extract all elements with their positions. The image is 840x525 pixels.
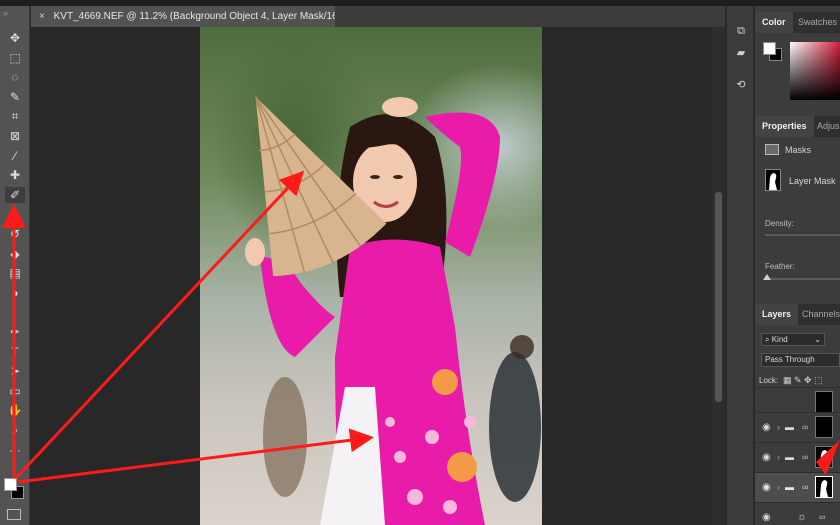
gradient-tool[interactable]: ▤ — [5, 265, 25, 281]
blur-tool[interactable]: ● — [5, 285, 25, 301]
more-tools[interactable]: ··· — [5, 442, 25, 458]
layer-mask-thumbnail[interactable] — [765, 169, 781, 191]
pen-tool[interactable]: ✒ — [5, 324, 25, 340]
eye-icon[interactable]: ◉ — [762, 482, 771, 493]
history-brush-tool[interactable]: ↺ — [5, 226, 25, 242]
type-tool[interactable]: T — [5, 344, 25, 360]
frame-tool[interactable]: ⊠ — [5, 128, 25, 144]
layer-mask-label: Layer Mask — [789, 176, 836, 186]
color-panel-tabs: Color Swatches — [755, 12, 840, 33]
foreground-color-swatch[interactable] — [4, 478, 17, 491]
shape-tool[interactable]: ▭ — [5, 383, 25, 399]
tools-panel: » ✥ ⬚ ◌ ✎ ⌗ ⊠ ⁄ ✚ ✐ ⊥ ↺ ◆ ▤ ● ◐ ✒ T ➤ ▭ ✋ ⌕ ··· — [0, 6, 30, 525]
color-picker-field[interactable] — [790, 42, 840, 100]
search-icon: ⌕ — [765, 335, 772, 344]
photoshop-window: » ✥ ⬚ ◌ ✎ ⌗ ⊠ ⁄ ✚ ✐ ⊥ ↺ ◆ ▤ ● ◐ ✒ T ➤ ▭ ✋ ⌕ ··· × KVT_4669.NE… — [0, 0, 840, 525]
toolbar-grip[interactable]: » — [0, 6, 30, 22]
density-slider[interactable] — [765, 234, 840, 236]
feather-slider-handle[interactable] — [763, 274, 771, 280]
layer-mask-thumbnail-3 — [815, 446, 833, 468]
layer-row[interactable]: ◉ › ▬ ∞ — [755, 442, 840, 472]
eyedropper-tool[interactable]: ⁄ — [5, 148, 25, 164]
hand-tool[interactable]: ✋ — [5, 402, 25, 418]
history-panel-icon[interactable]: ⧉ — [733, 24, 749, 38]
feather-label: Feather: — [765, 262, 795, 271]
marquee-tool[interactable]: ⬚ — [5, 50, 25, 66]
quick-select-tool[interactable]: ✎ — [5, 89, 25, 105]
document-tab-bar: × KVT_4669.NEF @ 11.2% (Background Objec… — [31, 6, 725, 27]
brush-tool[interactable]: ✐ — [5, 186, 25, 203]
layer-mask-thumbnail-2 — [815, 416, 833, 438]
folder-icon: ▬ — [785, 482, 794, 492]
dodge-tool[interactable]: ◐ — [5, 304, 25, 320]
canvas-vertical-scrollbar[interactable] — [712, 27, 725, 525]
feather-slider[interactable] — [765, 278, 840, 280]
eye-icon[interactable]: ◉ — [762, 512, 771, 523]
chevron-right-icon[interactable]: › — [777, 482, 780, 492]
chevron-right-icon[interactable]: › — [777, 452, 780, 462]
eye-icon[interactable]: ◉ — [762, 452, 771, 463]
link-icon[interactable]: ∞ — [802, 482, 808, 492]
path-select-tool[interactable]: ➤ — [5, 363, 25, 379]
canvas-photo[interactable] — [200, 27, 542, 525]
adjustment-layer-icon: ☼ — [797, 511, 808, 523]
tab-layers[interactable]: Layers — [755, 304, 799, 325]
tab-channels[interactable]: Channels — [795, 304, 840, 325]
healing-tool[interactable]: ✚ — [5, 167, 25, 183]
lasso-tool[interactable]: ◌ — [5, 69, 25, 85]
chevron-down-icon: ⌄ — [814, 335, 821, 344]
zoom-tool[interactable]: ⌕ — [5, 422, 25, 438]
quick-mask-button[interactable] — [7, 509, 21, 520]
blend-mode-select[interactable]: Pass Through — [761, 353, 840, 367]
layer-row[interactable]: ◉ ☼ ∞ — [755, 502, 840, 525]
density-label: Density: — [765, 219, 794, 228]
tab-properties[interactable]: Properties — [755, 116, 814, 137]
crop-tool[interactable]: ⌗ — [5, 108, 25, 124]
actions-panel-icon[interactable]: ⟲ — [733, 78, 749, 92]
layer-row-selected[interactable]: ◉ › ▬ ∞ — [755, 472, 840, 502]
folder-icon: ▬ — [785, 422, 794, 432]
eye-icon[interactable]: ◉ — [762, 422, 771, 433]
tab-color[interactable]: Color — [755, 12, 793, 33]
clone-stamp-tool[interactable]: ⊥ — [5, 206, 25, 222]
chevron-right-icon[interactable]: › — [777, 422, 780, 432]
photo-illustration — [245, 96, 541, 525]
blend-mode-value: Pass Through — [765, 355, 815, 364]
lock-label: Lock: — [759, 376, 779, 385]
masks-label: Masks — [785, 145, 812, 155]
layer-mask-thumbnail-active[interactable] — [815, 476, 833, 498]
layer-row[interactable]: ◉ › ▬ ∞ — [755, 412, 840, 442]
tab-adjustments[interactable]: Adjus — [810, 116, 840, 137]
eraser-tool[interactable]: ◆ — [5, 246, 25, 262]
masks-icon — [765, 144, 779, 155]
right-panel-dock: Color Swatches Properties Adjus Masks La… — [755, 6, 840, 525]
link-icon[interactable]: ∞ — [802, 422, 808, 432]
collapsed-panels-column: ⧉ ▰ ⟲ — [726, 6, 754, 525]
layer-filter-kind[interactable]: ⌕ Kind ⌄ — [761, 333, 825, 346]
layers-panel-tabs: Layers Channels — [755, 304, 840, 325]
document-tab[interactable]: × KVT_4669.NEF @ 11.2% (Background Objec… — [31, 6, 335, 27]
properties-panel-tabs: Properties Adjus — [755, 116, 840, 137]
kind-label: Kind — [771, 335, 788, 344]
panel-foreground-swatch[interactable] — [763, 42, 776, 55]
document-tab-title: KVT_4669.NEF @ 11.2% (Background Object … — [53, 11, 335, 22]
folder-icon: ▬ — [785, 452, 794, 462]
move-tool[interactable]: ✥ — [5, 30, 25, 46]
link-icon[interactable]: ∞ — [802, 452, 808, 462]
layer-mask-thumbnail-1 — [815, 391, 833, 413]
scrollbar-thumb[interactable] — [715, 192, 722, 402]
link-icon[interactable]: ∞ — [819, 512, 825, 522]
close-tab-icon[interactable]: × — [39, 11, 45, 22]
comments-panel-icon[interactable]: ▰ — [733, 46, 749, 60]
lock-pixels-icon[interactable]: ▦ ✎ ✥ ⬚ — [783, 375, 823, 386]
tab-swatches[interactable]: Swatches — [791, 12, 840, 33]
